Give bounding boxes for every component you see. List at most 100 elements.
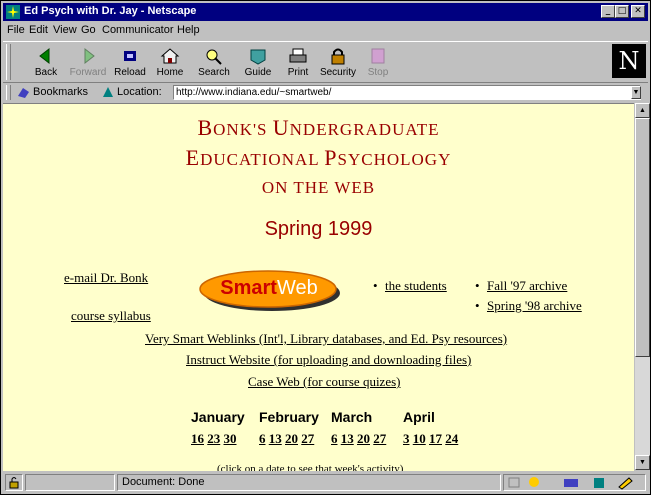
- padlock-icon: [9, 477, 19, 489]
- reload-label: Reload: [114, 67, 146, 78]
- menu-file[interactable]: File: [7, 24, 25, 36]
- bookmarks-button[interactable]: Bookmarks: [33, 86, 88, 98]
- students-link[interactable]: the students: [385, 278, 447, 294]
- reload-button[interactable]: Reload: [109, 44, 151, 82]
- stop-icon: [371, 48, 385, 64]
- date-feb-6[interactable]: 6: [259, 431, 266, 446]
- date-feb-20[interactable]: 20: [285, 431, 298, 446]
- location-dropdown-button[interactable]: ▼: [631, 86, 641, 99]
- date-jan-30[interactable]: 30: [224, 431, 237, 446]
- guide-button[interactable]: Guide: [237, 44, 279, 82]
- april-dates: 3 10 17 24: [403, 431, 458, 447]
- security-status-icon[interactable]: [5, 474, 23, 491]
- heading-text-onks: ONK'S: [213, 120, 273, 139]
- navigation-toolbar: Back Forward Reload Home Search Guide Pr…: [3, 41, 648, 83]
- toolbar-grip[interactable]: [6, 44, 11, 80]
- spring-98-archive-link[interactable]: Spring '98 archive: [487, 298, 582, 314]
- heading-text-educational: DUCATIONAL: [200, 150, 325, 169]
- scroll-down-button[interactable]: ▼: [635, 455, 650, 470]
- instruct-website-link[interactable]: Instruct Website (for uploading and down…: [186, 352, 471, 368]
- menu-view[interactable]: View: [53, 24, 77, 36]
- date-apr-24[interactable]: 24: [445, 431, 458, 446]
- netscape-logo[interactable]: N: [612, 44, 646, 78]
- date-mar-13[interactable]: 13: [341, 431, 354, 446]
- back-button[interactable]: Back: [25, 44, 67, 82]
- smartweb-logo-text: SmartWeb: [196, 277, 342, 300]
- menu-edit[interactable]: Edit: [29, 24, 48, 36]
- search-label: Search: [198, 67, 230, 78]
- scroll-thumb[interactable]: [635, 118, 650, 357]
- month-april: April: [403, 409, 435, 425]
- back-label: Back: [34, 67, 58, 78]
- date-mar-20[interactable]: 20: [357, 431, 370, 446]
- semester-title: Spring 1999: [264, 218, 373, 240]
- date-jan-16[interactable]: 16: [191, 431, 204, 446]
- window-title: Ed Psych with Dr. Jay - Netscape: [24, 5, 197, 17]
- date-jan-23[interactable]: 23: [207, 431, 220, 446]
- fall-97-archive-link[interactable]: Fall '97 archive: [487, 278, 567, 294]
- location-label: Location:: [117, 86, 162, 98]
- scroll-up-button[interactable]: ▲: [635, 103, 650, 118]
- minimize-button[interactable]: _: [601, 5, 615, 18]
- search-button[interactable]: Search: [193, 44, 235, 82]
- smartweb-logo[interactable]: SmartWeb: [196, 267, 342, 312]
- print-label: Print: [287, 67, 309, 78]
- students-bullet: •: [373, 278, 378, 293]
- date-mar-27[interactable]: 27: [373, 431, 386, 446]
- component-bar-icons[interactable]: [504, 475, 645, 490]
- heading-line-1: BONK'S UNDERGRADUATE: [3, 115, 634, 141]
- reload-icon: [124, 51, 136, 61]
- menu-help[interactable]: Help: [177, 24, 200, 36]
- search-icon: [206, 49, 222, 65]
- location-grip[interactable]: [6, 85, 11, 100]
- security-button[interactable]: Security: [317, 44, 359, 82]
- heading-cap-b: B: [197, 115, 214, 140]
- maximize-button[interactable]: □: [615, 5, 629, 18]
- case-web-link[interactable]: Case Web (for course quizes): [248, 374, 401, 390]
- location-page-icon[interactable]: [101, 86, 115, 99]
- email-link[interactable]: e-mail Dr. Bonk: [64, 270, 148, 286]
- logo-text-smart: Smart: [220, 277, 277, 299]
- syllabus-link[interactable]: course syllabus: [71, 308, 151, 324]
- status-text: Document: Done: [117, 474, 501, 491]
- menu-go[interactable]: Go: [81, 24, 96, 36]
- heading-cap-u: U: [272, 115, 290, 140]
- menu-bar: File Edit View Go Communicator Help: [3, 22, 648, 39]
- vertical-scrollbar[interactable]: ▲ ▼: [635, 103, 650, 470]
- spring-archive-bullet: •: [475, 298, 480, 313]
- title-bar[interactable]: Ed Psych with Dr. Jay - Netscape _ □ ✕: [3, 3, 648, 21]
- home-button[interactable]: Home: [149, 44, 191, 82]
- heading-line-2: EDUCATIONAL PSYCHOLOGY: [3, 145, 634, 171]
- netscape-app-icon: [6, 5, 20, 19]
- heading-cap-e: E: [185, 145, 201, 170]
- page-content: BONK'S UNDERGRADUATE EDUCATIONAL PSYCHOL…: [3, 103, 634, 471]
- date-apr-3[interactable]: 3: [403, 431, 410, 446]
- date-feb-27[interactable]: 27: [301, 431, 314, 446]
- heading-text-psychology: SYCHOLOGY: [337, 150, 452, 169]
- print-button[interactable]: Print: [277, 44, 319, 82]
- fall-archive-bullet: •: [475, 278, 480, 293]
- forward-arrow-icon: [84, 47, 95, 65]
- date-apr-17[interactable]: 17: [429, 431, 442, 446]
- security-lock-icon: [331, 48, 345, 65]
- heading-cap-p: P: [324, 145, 338, 170]
- january-dates: 16 23 30: [191, 431, 237, 447]
- forward-button[interactable]: Forward: [67, 44, 109, 82]
- forward-label: Forward: [69, 67, 107, 78]
- guide-icon: [250, 49, 266, 65]
- close-button[interactable]: ✕: [631, 5, 645, 18]
- month-march: March: [331, 409, 373, 425]
- date-apr-10[interactable]: 10: [413, 431, 426, 446]
- component-bar: [503, 474, 646, 491]
- stop-button[interactable]: Stop: [357, 44, 399, 82]
- february-dates: 6 13 20 27: [259, 431, 314, 447]
- logo-text-web: Web: [276, 277, 318, 299]
- security-label: Security: [319, 67, 357, 78]
- date-feb-13[interactable]: 13: [269, 431, 282, 446]
- bookmarks-icon: [18, 88, 29, 98]
- date-mar-6[interactable]: 6: [331, 431, 338, 446]
- date-click-note: (click on a date to see that week's acti…: [217, 463, 404, 471]
- menu-communicator[interactable]: Communicator: [102, 24, 174, 36]
- smart-weblinks-link[interactable]: Very Smart Weblinks (Int'l, Library data…: [145, 331, 507, 347]
- location-url-input[interactable]: http://www.indiana.edu/~smartweb/: [173, 85, 641, 100]
